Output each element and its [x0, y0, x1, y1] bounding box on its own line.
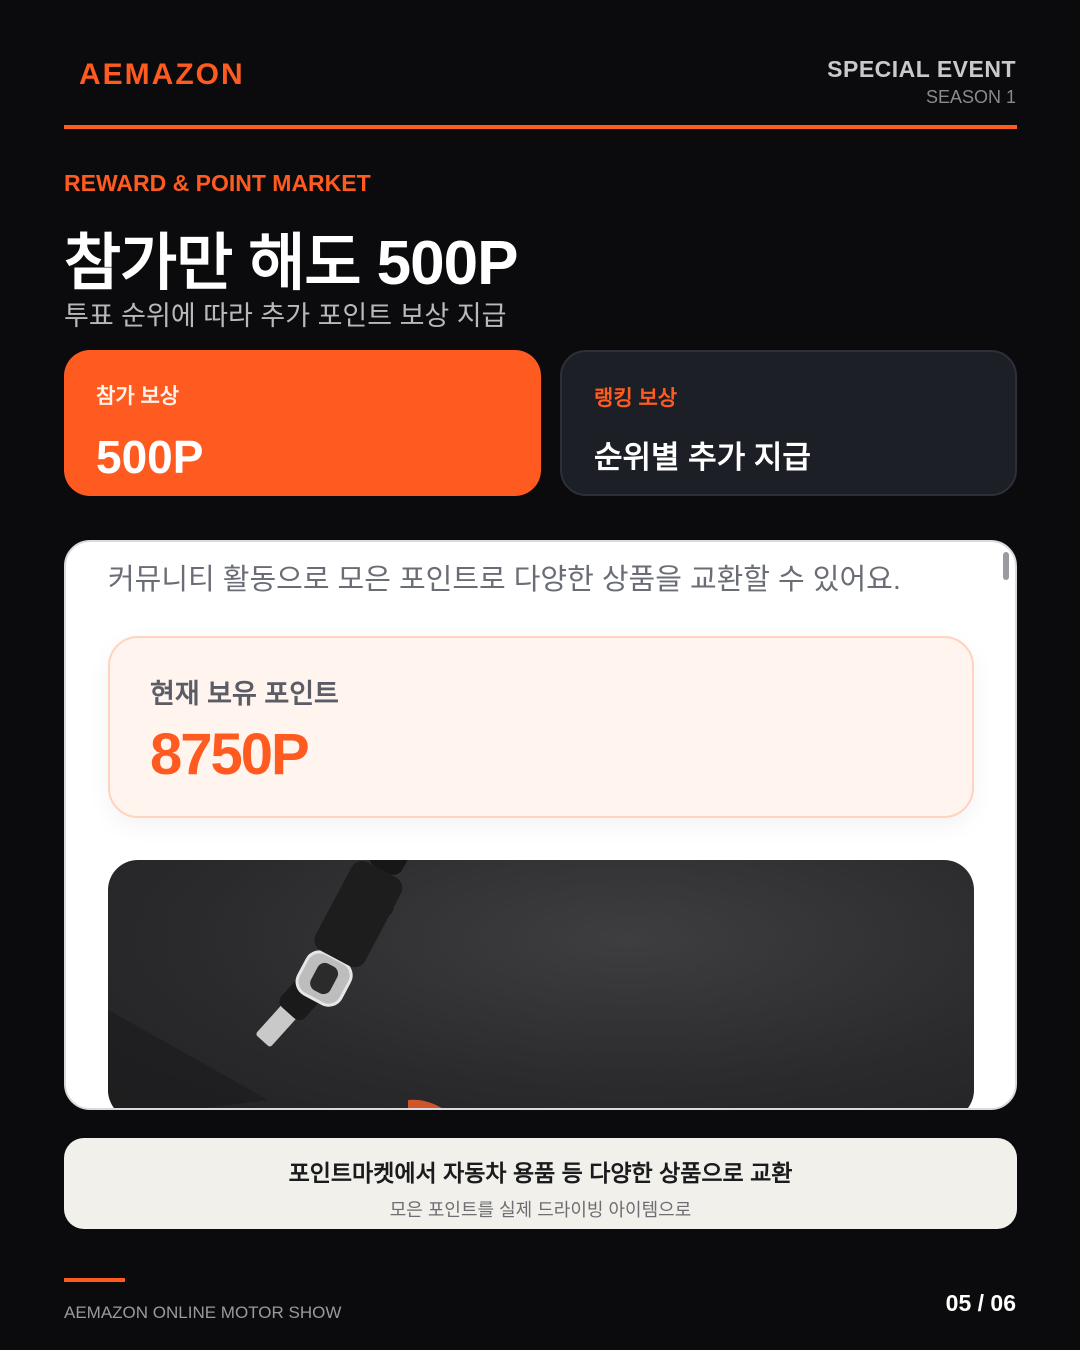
- footer-accent-line: [64, 1278, 125, 1282]
- participation-reward-value: 500P: [96, 431, 204, 483]
- page-subtitle: 투표 순위에 따라 추가 포인트 보상 지급: [64, 301, 507, 331]
- participation-reward-card: 참가 보상 500P: [64, 350, 541, 496]
- point-market-banner[interactable]: 포인트마켓에서 자동차 용품 등 다양한 상품으로 교환 모은 포인트를 실제 …: [64, 1138, 1017, 1229]
- banner-title: 포인트마켓에서 자동차 용품 등 다양한 상품으로 교환: [288, 1160, 793, 1186]
- current-points-card: 현재 보유 포인트 8750P: [108, 636, 974, 818]
- product-image-usb-cable[interactable]: [108, 860, 974, 1108]
- point-market-intro: 커뮤니티 활동으로 모은 포인트로 다양한 상품을 교환할 수 있어요.: [108, 564, 901, 596]
- event-badge: SPECIAL EVENT SEASON 1: [827, 56, 1016, 108]
- event-title: SPECIAL EVENT: [827, 56, 1016, 82]
- banner-subtitle: 모은 포인트를 실제 드라이빙 아이템으로: [389, 1200, 692, 1220]
- current-points-label: 현재 보유 포인트: [150, 679, 339, 709]
- ranking-reward-value: 순위별 추가 지급: [594, 440, 811, 475]
- section-kicker: REWARD & POINT MARKET: [64, 170, 371, 196]
- scrollbar[interactable]: [1003, 552, 1009, 580]
- footer-brand: AEMAZON ONLINE MOTOR SHOW: [64, 1303, 342, 1322]
- event-season: SEASON 1: [925, 87, 1016, 107]
- page-indicator: 05 / 06: [945, 1290, 1016, 1316]
- participation-reward-label: 참가 보상: [96, 385, 180, 408]
- usb-cable-illustration: [108, 860, 460, 1108]
- current-points-value: 8750P: [150, 722, 310, 787]
- header-divider: [64, 125, 1017, 129]
- page-title: 참가만 해도 500P: [64, 229, 518, 298]
- ranking-reward-card: 랭킹 보상 순위별 추가 지급: [560, 350, 1017, 496]
- app-screenshot: 커뮤니티 활동으로 모은 포인트로 다양한 상품을 교환할 수 있어요. 현재 …: [64, 540, 1017, 1110]
- brand-logo: AEMAZON: [79, 58, 245, 91]
- ranking-reward-label: 랭킹 보상: [594, 387, 678, 410]
